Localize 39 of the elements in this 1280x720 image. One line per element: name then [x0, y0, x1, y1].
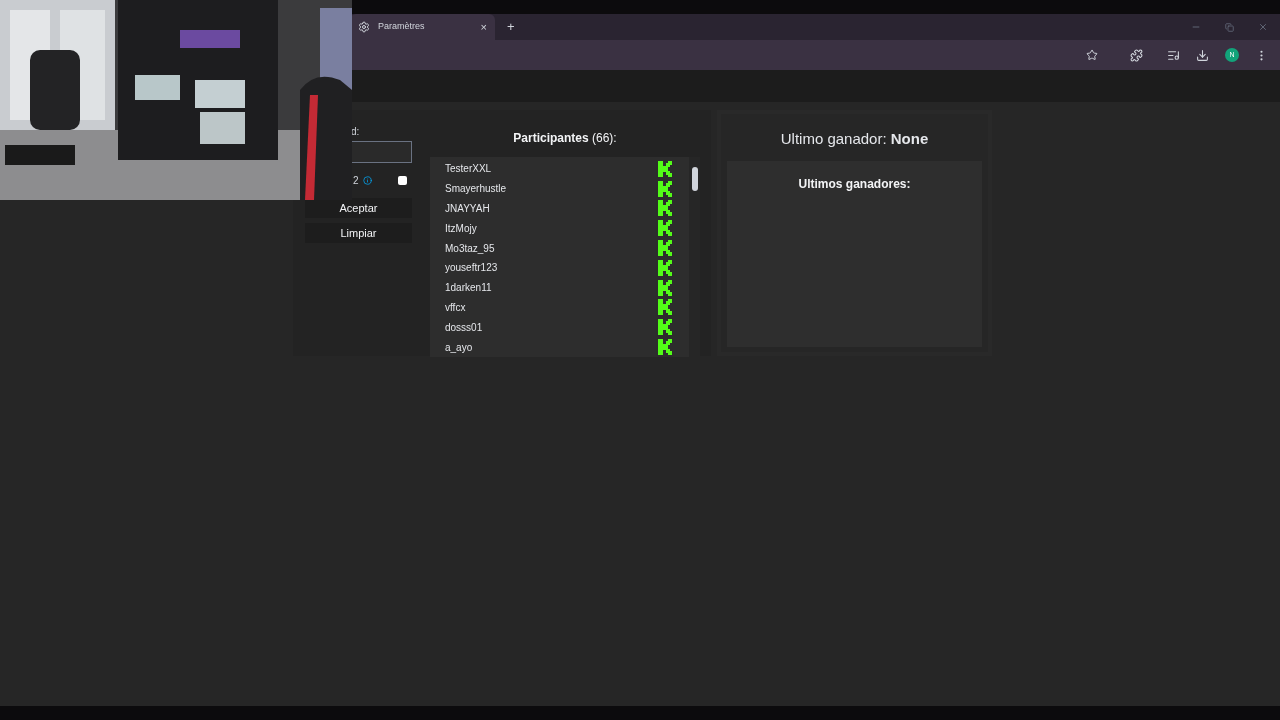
media-icon[interactable] — [1167, 48, 1180, 62]
bookmark-star-icon[interactable] — [1086, 49, 1098, 61]
download-icon[interactable] — [1196, 48, 1209, 62]
kick-logo-icon — [658, 180, 672, 197]
participant-name: vffcx — [445, 300, 466, 315]
kick-logo-icon — [658, 160, 672, 177]
kick-logo-icon — [658, 259, 672, 276]
info-icon[interactable] — [362, 176, 372, 185]
action-button[interactable]: Aceptar — [305, 198, 412, 218]
participant-name: youseftr123 — [445, 261, 498, 276]
kick-logo-icon — [658, 279, 672, 296]
new-tab-button[interactable]: + — [507, 17, 515, 37]
participant-name: 1darken11 — [445, 281, 492, 296]
settings-icon — [358, 21, 370, 33]
kick-logo-icon — [658, 319, 672, 336]
winners-title: Ultimos ganadores: — [798, 175, 911, 193]
browser-tab[interactable]: Paramètres × — [350, 14, 495, 40]
participant-name: TesterXXL — [445, 162, 492, 177]
participant-name: ItzMojy — [445, 221, 477, 236]
participant-name: JNAYYAH — [445, 202, 490, 216]
action-button[interactable]: Limpiar — [305, 223, 412, 243]
input-field[interactable] — [352, 141, 412, 163]
tab-close-button[interactable]: × — [480, 21, 487, 33]
kick-logo-icon — [658, 200, 672, 217]
kick-logo-icon — [658, 339, 672, 356]
kick-logo-icon — [658, 220, 672, 237]
extensions-icon[interactable] — [1130, 48, 1143, 62]
last-winner-text: Ultimo ganador: None — [780, 129, 929, 149]
participant-name: Smayerhustle — [445, 182, 507, 197]
participant-name: a_ayo — [445, 340, 473, 355]
participant-name: Mo3taz_95 — [445, 241, 495, 256]
kick-logo-icon — [658, 240, 672, 257]
participants-title: Participantes (66): — [513, 130, 617, 147]
tab-title: Paramètres — [378, 20, 426, 34]
kick-logo-icon — [658, 299, 672, 316]
close-icon[interactable] — [1258, 22, 1268, 32]
participant-name: dosss01 — [445, 320, 483, 335]
checkbox[interactable] — [397, 176, 407, 185]
option-label: 2 — [353, 174, 359, 188]
